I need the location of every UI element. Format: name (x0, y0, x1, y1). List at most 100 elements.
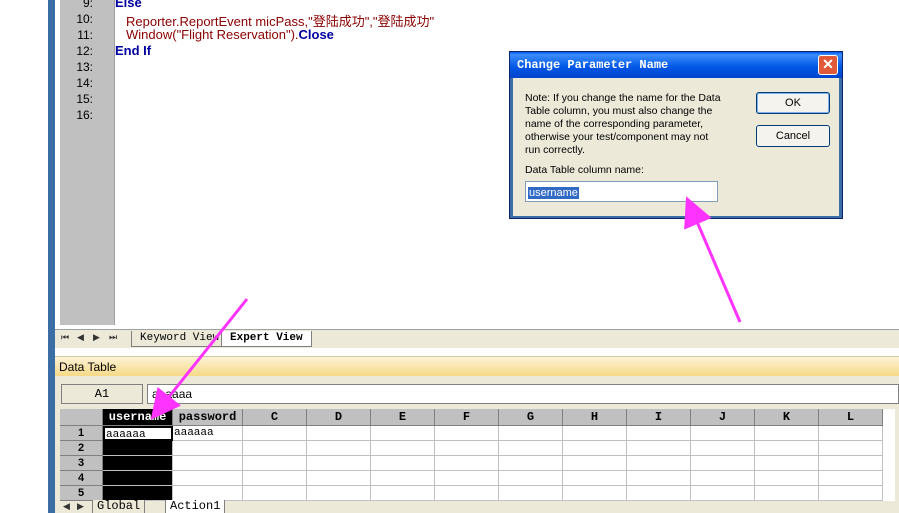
table-cell[interactable] (173, 471, 243, 486)
table-cell[interactable] (819, 426, 883, 441)
table-cell[interactable] (691, 456, 755, 471)
table-cell[interactable] (691, 441, 755, 456)
column-header[interactable]: C (243, 409, 307, 426)
table-cell[interactable] (435, 471, 499, 486)
column-header[interactable]: E (371, 409, 435, 426)
table-cell[interactable] (627, 456, 691, 471)
table-cell[interactable] (243, 486, 307, 501)
ok-button[interactable]: OK (756, 92, 830, 114)
table-cell[interactable] (563, 426, 627, 441)
sheet-next-icon[interactable]: ▶ (77, 501, 84, 512)
code-line[interactable]: Window("Flight Reservation").Close (126, 27, 334, 42)
row-header[interactable]: 4 (60, 471, 103, 486)
table-cell[interactable] (563, 486, 627, 501)
column-header[interactable]: J (691, 409, 755, 426)
view-tab-bar: ⏮ ◀ ▶ ⏭ Keyword View Expert View (55, 329, 899, 348)
table-cell[interactable] (435, 486, 499, 501)
column-header[interactable]: K (755, 409, 819, 426)
table-cell[interactable] (563, 456, 627, 471)
table-cell[interactable] (755, 456, 819, 471)
prev-tab-icon[interactable]: ◀ (77, 332, 84, 343)
tab-keyword-view[interactable]: Keyword View (131, 331, 229, 347)
column-header[interactable]: username (103, 409, 173, 426)
table-cell[interactable] (755, 426, 819, 441)
table-cell[interactable] (755, 471, 819, 486)
table-cell[interactable] (307, 456, 371, 471)
table-cell[interactable] (435, 441, 499, 456)
column-header[interactable]: F (435, 409, 499, 426)
tab-expert-view[interactable]: Expert View (221, 331, 312, 347)
table-cell[interactable] (371, 486, 435, 501)
code-line[interactable]: Else (115, 0, 142, 10)
table-cell[interactable] (691, 426, 755, 441)
table-cell[interactable] (819, 486, 883, 501)
table-cell[interactable]: aaaaaa (173, 426, 243, 441)
table-cell[interactable] (371, 471, 435, 486)
dialog-title-bar[interactable]: Change Parameter Name ✕ (510, 52, 842, 78)
cancel-button[interactable]: Cancel (756, 125, 830, 147)
table-cell[interactable] (371, 441, 435, 456)
table-cell[interactable] (243, 471, 307, 486)
table-cell[interactable] (307, 426, 371, 441)
column-header[interactable]: I (627, 409, 691, 426)
row-header[interactable]: 2 (60, 441, 103, 456)
data-table-header: Data Table (55, 356, 899, 376)
table-cell[interactable] (691, 471, 755, 486)
formula-bar[interactable]: aaaaaa (147, 384, 899, 404)
sheet-prev-icon[interactable]: ◀ (63, 501, 70, 512)
column-header[interactable]: D (307, 409, 371, 426)
table-cell[interactable] (371, 426, 435, 441)
table-cell[interactable] (819, 471, 883, 486)
table-cell[interactable] (307, 441, 371, 456)
table-cell[interactable] (499, 441, 563, 456)
table-cell[interactable] (627, 426, 691, 441)
data-grid[interactable]: username password C D E F G H I J K L 1 aaaaaa aaaaaa 2… (60, 409, 895, 501)
table-cell[interactable] (755, 441, 819, 456)
first-tab-icon[interactable]: ⏮ (61, 332, 69, 343)
column-header[interactable]: L (819, 409, 883, 426)
table-cell[interactable] (173, 456, 243, 471)
table-cell[interactable]: aaaaaa (103, 426, 173, 441)
row-header[interactable]: 3 (60, 456, 103, 471)
cell-reference-box[interactable]: A1 (61, 384, 143, 404)
grid-corner[interactable] (60, 409, 103, 426)
table-cell[interactable] (243, 426, 307, 441)
table-cell[interactable] (499, 456, 563, 471)
table-cell[interactable] (563, 441, 627, 456)
table-cell[interactable] (755, 486, 819, 501)
table-cell[interactable] (103, 456, 173, 471)
code-line[interactable]: End If (115, 43, 151, 58)
column-header[interactable]: H (563, 409, 627, 426)
table-cell[interactable] (691, 486, 755, 501)
column-name-input[interactable]: username (525, 181, 718, 202)
table-cell[interactable] (499, 426, 563, 441)
table-cell[interactable] (243, 456, 307, 471)
table-cell[interactable] (103, 471, 173, 486)
table-cell[interactable] (435, 456, 499, 471)
column-header[interactable]: G (499, 409, 563, 426)
table-cell[interactable] (563, 471, 627, 486)
table-cell[interactable] (243, 441, 307, 456)
line-number: 16: (76, 108, 93, 122)
table-cell[interactable] (627, 486, 691, 501)
last-tab-icon[interactable]: ⏭ (109, 332, 117, 343)
next-tab-icon[interactable]: ▶ (93, 332, 100, 343)
row-header[interactable]: 1 (60, 426, 103, 441)
table-cell[interactable] (371, 456, 435, 471)
table-cell[interactable] (499, 486, 563, 501)
table-cell[interactable] (627, 441, 691, 456)
table-cell[interactable] (499, 471, 563, 486)
sheet-tab-global[interactable]: Global (92, 500, 146, 513)
sheet-tab-action1[interactable]: Action1 (165, 500, 226, 513)
table-cell[interactable] (819, 456, 883, 471)
column-name-label: Data Table column name: (525, 164, 644, 176)
table-cell[interactable] (307, 471, 371, 486)
close-icon[interactable]: ✕ (818, 55, 838, 75)
table-cell[interactable] (307, 486, 371, 501)
table-cell[interactable] (819, 441, 883, 456)
column-header[interactable]: password (173, 409, 243, 426)
table-cell[interactable] (435, 426, 499, 441)
table-cell[interactable] (627, 471, 691, 486)
table-cell[interactable] (173, 441, 243, 456)
table-cell[interactable] (103, 441, 173, 456)
